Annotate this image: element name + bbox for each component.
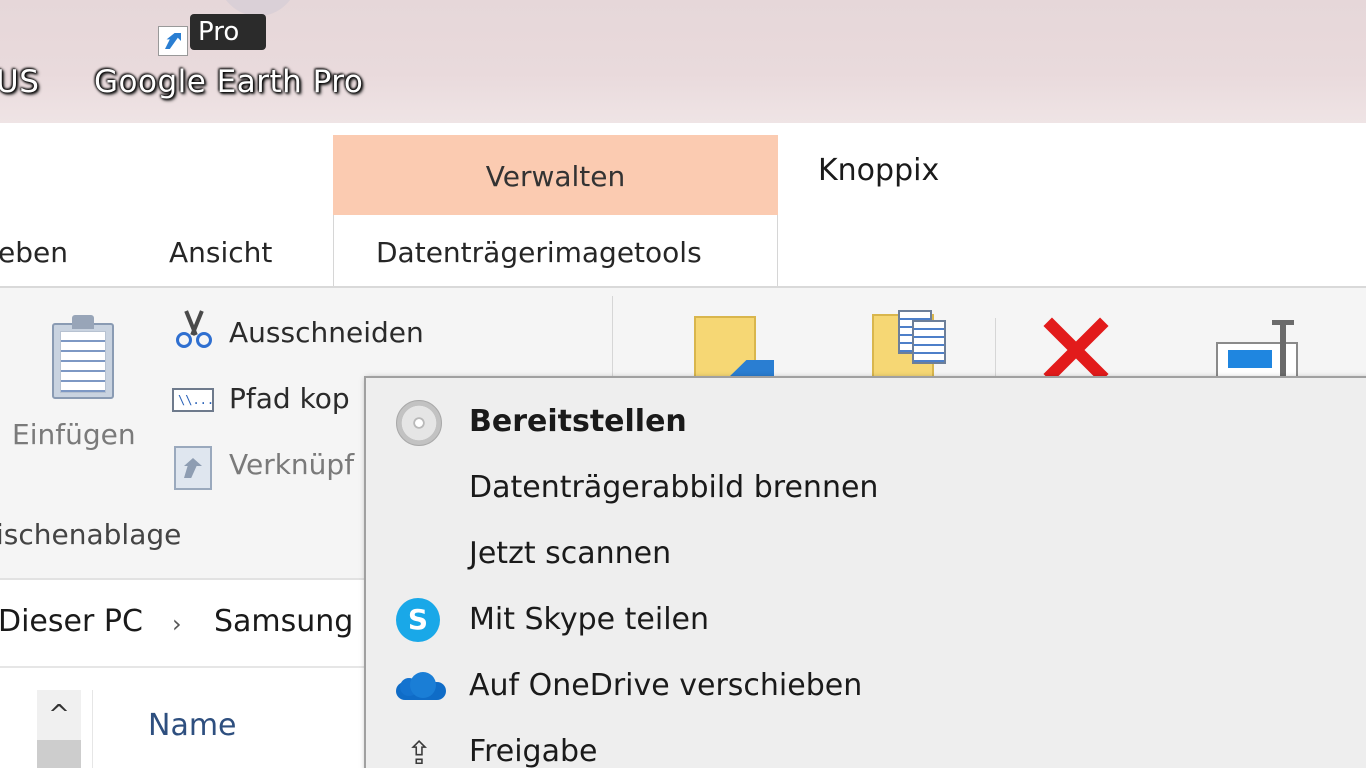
tab-freigeben[interactable]: eben: [0, 236, 68, 269]
desktop-icon-label-left[interactable]: US: [0, 64, 39, 100]
cloud-part: [410, 672, 436, 698]
breadcrumb-samsung[interactable]: Samsung: [214, 604, 353, 639]
share-icon: ⇪: [405, 734, 433, 768]
delete-icon[interactable]: [1036, 317, 1114, 383]
document-shape: [912, 320, 946, 364]
ribbon-group-separator: [995, 318, 996, 378]
rename-icon[interactable]: [1216, 318, 1302, 382]
scroll-up-button[interactable]: ^: [37, 690, 81, 740]
pro-badge: Pro: [190, 14, 266, 50]
breadcrumb-dieser-pc[interactable]: Dieser PC: [0, 604, 143, 639]
context-tab-header-verwalten: Verwalten: [333, 135, 778, 215]
clipboard-paper: [60, 331, 106, 393]
menu-item-scannen[interactable]: Jetzt scannen: [364, 522, 1366, 584]
menu-item-bereitstellen[interactable]: Bereitstellen: [364, 390, 1366, 452]
cut-button-label[interactable]: Ausschneiden: [229, 316, 424, 349]
window-title: Knoppix: [818, 153, 940, 188]
copy-path-icon[interactable]: \\...: [172, 388, 214, 412]
copy-documents-icon: [898, 310, 948, 366]
scissors-ring: [176, 332, 192, 348]
rename-selection: [1228, 350, 1272, 368]
menu-item-brennen[interactable]: Datenträgerabbild brennen: [364, 456, 1366, 518]
menu-item-label: Freigabe: [469, 734, 598, 768]
onedrive-icon: [396, 672, 446, 700]
copy-path-button-label[interactable]: Pfad kop: [229, 382, 350, 415]
column-separator[interactable]: [92, 690, 93, 768]
paste-icon[interactable]: [52, 315, 114, 399]
paste-shortcut-button-label[interactable]: Verknüpf: [229, 448, 354, 481]
menu-item-onedrive[interactable]: Auf OneDrive verschieben: [364, 654, 1366, 716]
ribbon-group-separator: [612, 296, 613, 378]
rename-cursor: [1272, 320, 1294, 378]
column-header-name[interactable]: Name: [148, 708, 237, 743]
disc-icon: [396, 400, 442, 446]
scrollbar-thumb[interactable]: [37, 740, 81, 768]
menu-item-label: Mit Skype teilen: [469, 602, 710, 637]
menu-item-freigabe[interactable]: ⇪ Freigabe: [364, 720, 1366, 768]
breadcrumb-chevron-icon[interactable]: ›: [172, 610, 182, 638]
menu-item-label: Datenträgerabbild brennen: [469, 470, 879, 505]
tab-ansicht[interactable]: Ansicht: [169, 236, 272, 269]
menu-item-label: Auf OneDrive verschieben: [469, 668, 863, 703]
clipboard-group-label: ischenablage: [0, 518, 182, 551]
menu-item-skype[interactable]: S Mit Skype teilen: [364, 588, 1366, 650]
paste-shortcut-icon[interactable]: [174, 442, 212, 490]
google-earth-pro-icon[interactable]: Pro: [158, 14, 268, 56]
menu-item-label: Jetzt scannen: [469, 536, 672, 571]
paste-button-label[interactable]: Einfügen: [12, 418, 136, 451]
desktop-background: Pro US Google Earth Pro: [0, 0, 1366, 123]
menu-item-label: Bereitstellen: [469, 404, 687, 439]
clipboard-clip: [72, 315, 94, 329]
scissors-icon[interactable]: [176, 310, 212, 348]
scissors-ring: [196, 332, 212, 348]
skype-icon: S: [396, 598, 440, 642]
tab-datentraegerimagetools[interactable]: Datenträgerimagetools: [376, 236, 702, 269]
shortcut-arrow-icon: [158, 26, 188, 56]
desktop-icon-label-google-earth[interactable]: Google Earth Pro: [94, 64, 363, 100]
